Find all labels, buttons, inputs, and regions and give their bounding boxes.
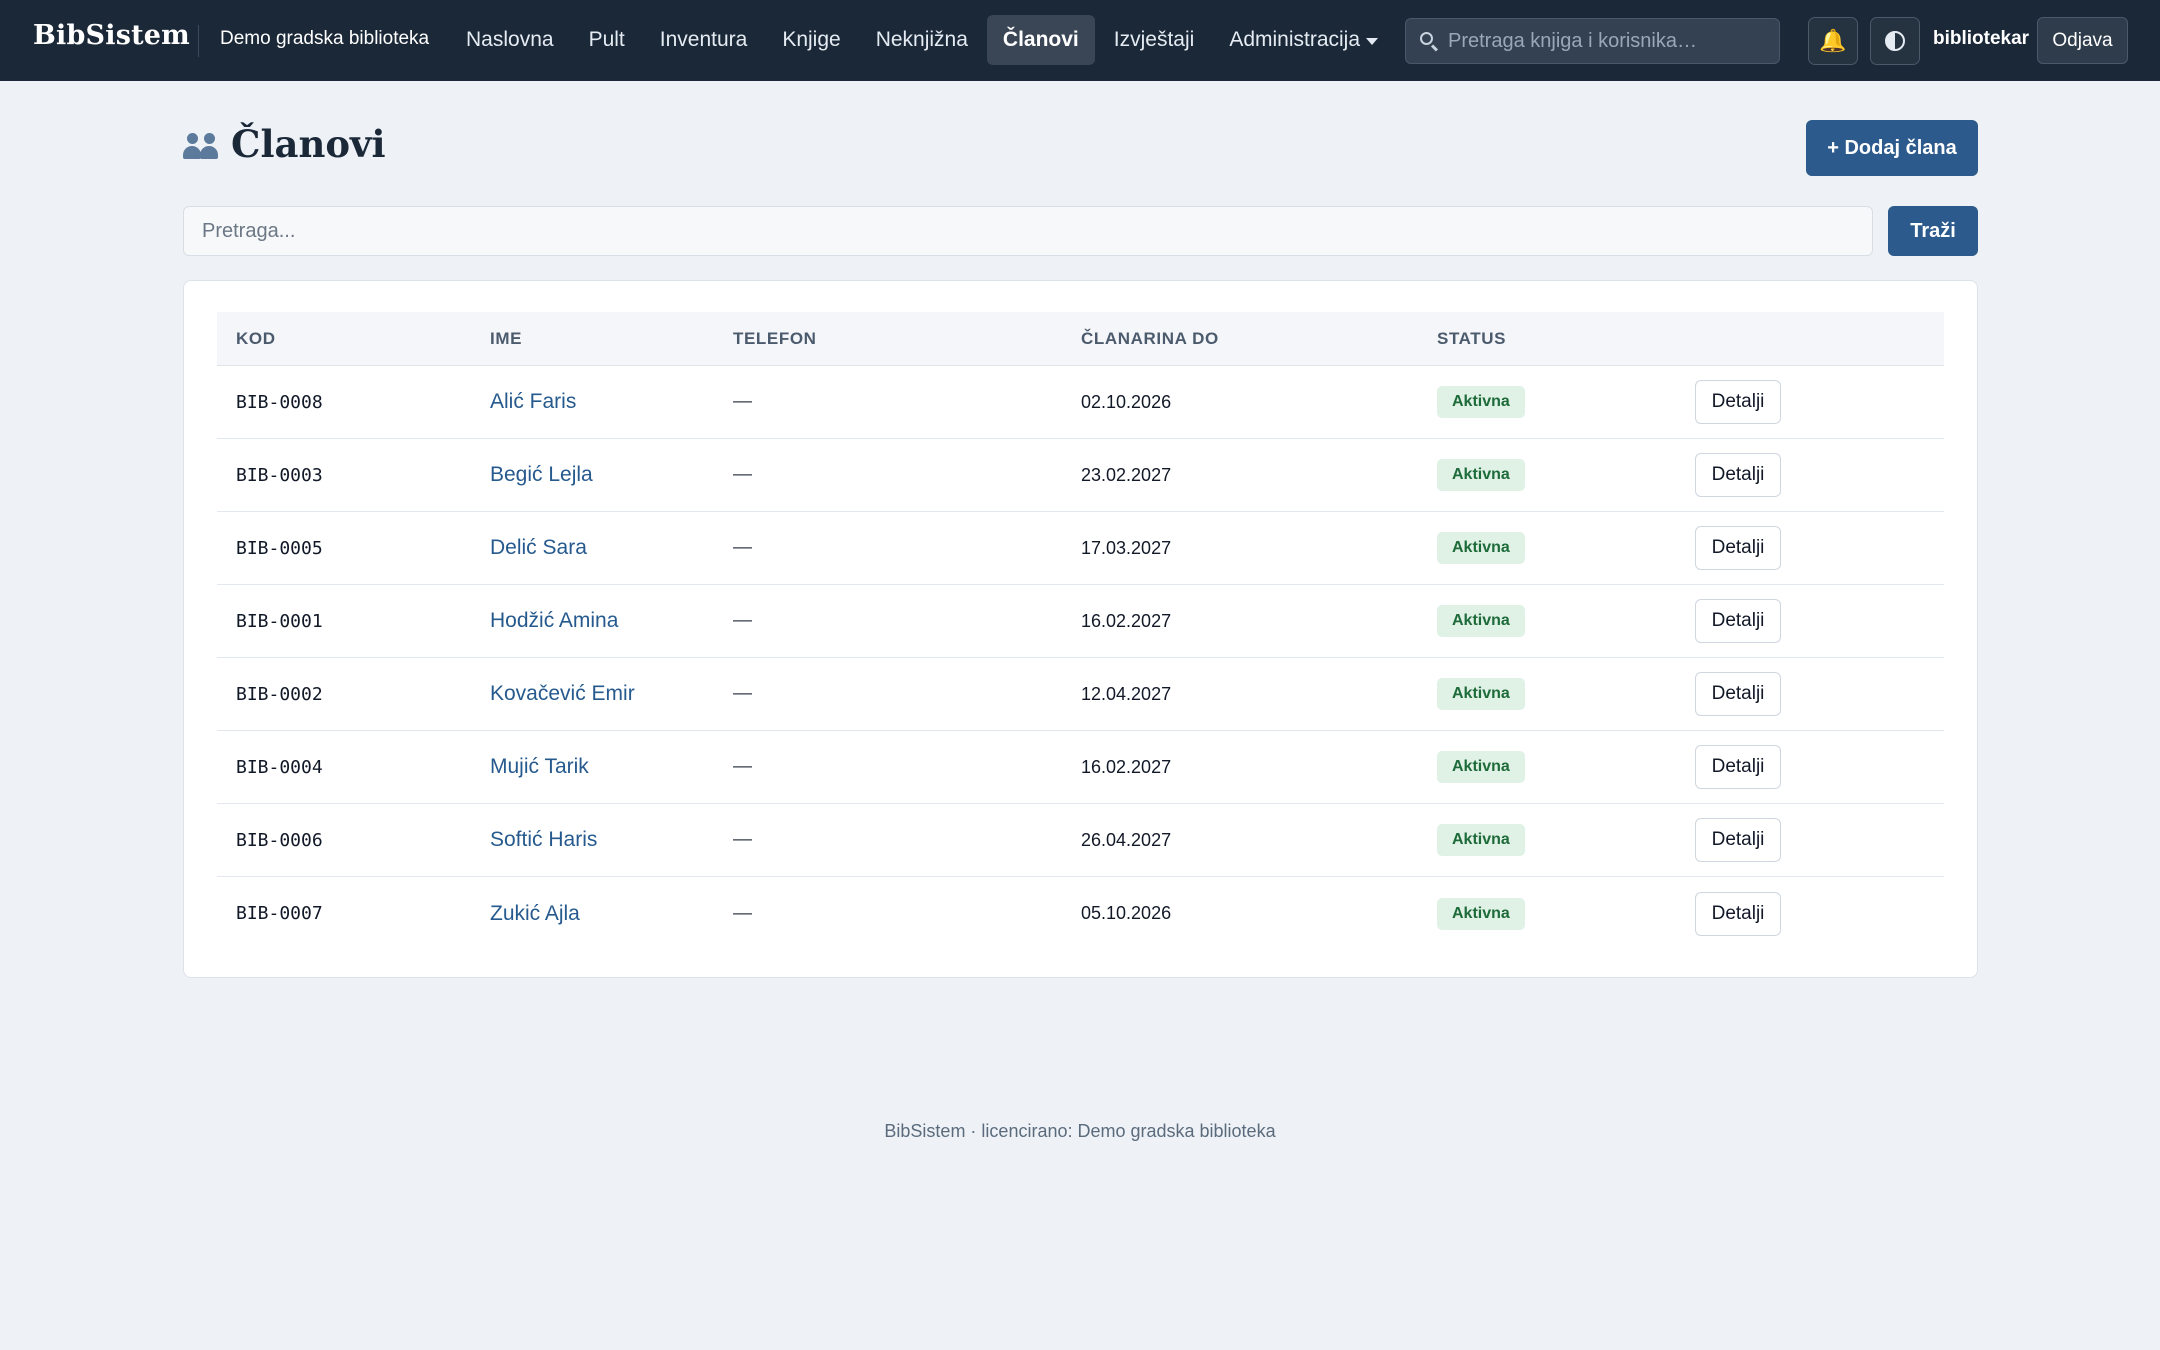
- table-row: BIB-0003 Begić Lejla — 23.02.2027 Aktivn…: [217, 439, 1944, 512]
- table-row: BIB-0001 Hodžić Amina — 16.02.2027 Aktiv…: [217, 585, 1944, 658]
- member-name-link[interactable]: Hodžić Amina: [490, 609, 618, 633]
- nav-item-knjige[interactable]: Knjige: [766, 15, 856, 65]
- details-button[interactable]: Detalji: [1695, 818, 1781, 862]
- membership-expiry: 17.03.2027: [1081, 537, 1172, 558]
- member-phone: —: [733, 902, 752, 924]
- nav-item-pult[interactable]: Pult: [573, 15, 641, 65]
- table-row: BIB-0008 Alić Faris — 02.10.2026 Aktivna…: [217, 366, 1944, 439]
- main-nav: Naslovna Pult Inventura Knjige Neknjižna…: [450, 15, 1397, 65]
- member-search-input[interactable]: [183, 206, 1873, 256]
- member-phone: —: [733, 829, 752, 850]
- member-phone: —: [733, 464, 752, 485]
- details-button[interactable]: Detalji: [1695, 453, 1781, 497]
- column-header-kod[interactable]: KOD: [236, 329, 276, 349]
- column-header-ime[interactable]: IME: [490, 329, 522, 349]
- member-name-link[interactable]: Softić Haris: [490, 828, 597, 852]
- bell-icon: 🔔: [1819, 28, 1847, 53]
- page-title: Članovi: [183, 122, 386, 166]
- member-name-link[interactable]: Begić Lejla: [490, 463, 593, 487]
- nav-item-administracija[interactable]: Administracija: [1213, 15, 1394, 65]
- member-code: BIB-0004: [236, 756, 323, 778]
- brand-divider: [198, 25, 199, 57]
- member-phone: —: [733, 610, 752, 631]
- member-name-link[interactable]: Zukić Ajla: [490, 902, 580, 926]
- users-icon: [183, 127, 221, 161]
- membership-expiry: 16.02.2027: [1081, 756, 1172, 777]
- member-name-link[interactable]: Mujić Tarik: [490, 755, 589, 779]
- current-user: bibliotekar: [1933, 28, 2030, 49]
- status-badge: Aktivna: [1437, 678, 1525, 710]
- contrast-icon: [1885, 31, 1905, 51]
- column-header-status[interactable]: STATUS: [1437, 329, 1506, 349]
- details-button[interactable]: Detalji: [1695, 745, 1781, 789]
- theme-toggle-button[interactable]: [1870, 17, 1920, 65]
- global-search-input[interactable]: [1448, 29, 1768, 53]
- search-button[interactable]: Traži: [1888, 206, 1978, 256]
- membership-expiry: 05.10.2026: [1081, 903, 1172, 923]
- column-header-clanarina[interactable]: ČLANARINA DO: [1081, 329, 1219, 349]
- top-navbar: BibSistem Demo gradska biblioteka Naslov…: [0, 0, 2160, 81]
- search-icon: [1418, 30, 1440, 52]
- table-row: BIB-0004 Mujić Tarik — 16.02.2027 Aktivn…: [217, 731, 1944, 804]
- members-table-card: KOD IME TELEFON ČLANARINA DO STATUS BIB-…: [183, 280, 1978, 978]
- notifications-button[interactable]: 🔔: [1808, 17, 1858, 65]
- member-phone: —: [733, 756, 752, 777]
- table-row: BIB-0007 Zukić Ajla — 05.10.2026 Aktivna…: [217, 877, 1944, 950]
- table-header: KOD IME TELEFON ČLANARINA DO STATUS: [217, 312, 1944, 366]
- status-badge: Aktivna: [1437, 897, 1525, 930]
- details-button[interactable]: Detalji: [1695, 599, 1781, 643]
- member-code: BIB-0005: [236, 537, 323, 559]
- nav-item-naslovna[interactable]: Naslovna: [450, 15, 570, 65]
- membership-expiry: 12.04.2027: [1081, 683, 1172, 704]
- membership-expiry: 26.04.2027: [1081, 829, 1172, 850]
- add-member-button[interactable]: + Dodaj člana: [1806, 120, 1978, 176]
- status-badge: Aktivna: [1437, 532, 1525, 564]
- nav-item-clanovi[interactable]: Članovi: [986, 15, 1095, 65]
- brand-logo[interactable]: BibSistem: [33, 20, 190, 51]
- member-name-link[interactable]: Alić Faris: [490, 390, 576, 414]
- membership-expiry: 23.02.2027: [1081, 464, 1172, 485]
- global-search[interactable]: [1405, 18, 1780, 64]
- member-code: BIB-0008: [236, 391, 323, 413]
- column-header-telefon[interactable]: TELEFON: [733, 329, 817, 349]
- details-button[interactable]: Detalji: [1695, 526, 1781, 570]
- member-name-link[interactable]: Delić Sara: [490, 536, 587, 560]
- members-table: KOD IME TELEFON ČLANARINA DO STATUS BIB-…: [217, 312, 1944, 950]
- nav-item-izvjestaji[interactable]: Izvještaji: [1098, 15, 1211, 65]
- details-button[interactable]: Detalji: [1695, 891, 1781, 936]
- status-badge: Aktivna: [1437, 751, 1525, 783]
- membership-expiry: 16.02.2027: [1081, 610, 1172, 631]
- table-row: BIB-0005 Delić Sara — 17.03.2027 Aktivna…: [217, 512, 1944, 585]
- status-badge: Aktivna: [1437, 459, 1525, 491]
- nav-item-inventura[interactable]: Inventura: [644, 15, 764, 65]
- details-button[interactable]: Detalji: [1695, 672, 1781, 716]
- details-button[interactable]: Detalji: [1695, 380, 1781, 424]
- status-badge: Aktivna: [1437, 824, 1525, 856]
- table-row: BIB-0006 Softić Haris — 26.04.2027 Aktiv…: [217, 804, 1944, 877]
- page-title-text: Članovi: [231, 122, 386, 166]
- nav-item-neknjizna[interactable]: Neknjižna: [860, 15, 984, 65]
- member-code: BIB-0003: [236, 464, 323, 486]
- member-code: BIB-0006: [236, 829, 323, 851]
- member-name-link[interactable]: Kovačević Emir: [490, 682, 635, 706]
- member-phone: —: [733, 391, 752, 412]
- membership-expiry: 02.10.2026: [1081, 391, 1172, 412]
- member-code: BIB-0002: [236, 683, 323, 705]
- member-phone: —: [733, 537, 752, 558]
- member-phone: —: [733, 683, 752, 704]
- member-code: BIB-0001: [236, 610, 323, 632]
- status-badge: Aktivna: [1437, 386, 1525, 418]
- status-badge: Aktivna: [1437, 605, 1525, 637]
- logout-button[interactable]: Odjava: [2037, 17, 2128, 64]
- organization-name: Demo gradska biblioteka: [220, 28, 430, 49]
- footer-text: BibSistem · licencirano: Demo gradska bi…: [884, 1121, 1276, 1141]
- member-code: BIB-0007: [236, 903, 323, 924]
- table-row: BIB-0002 Kovačević Emir — 12.04.2027 Akt…: [217, 658, 1944, 731]
- nav-item-administracija-label: Administracija: [1229, 28, 1361, 51]
- chevron-down-icon: [1366, 38, 1379, 45]
